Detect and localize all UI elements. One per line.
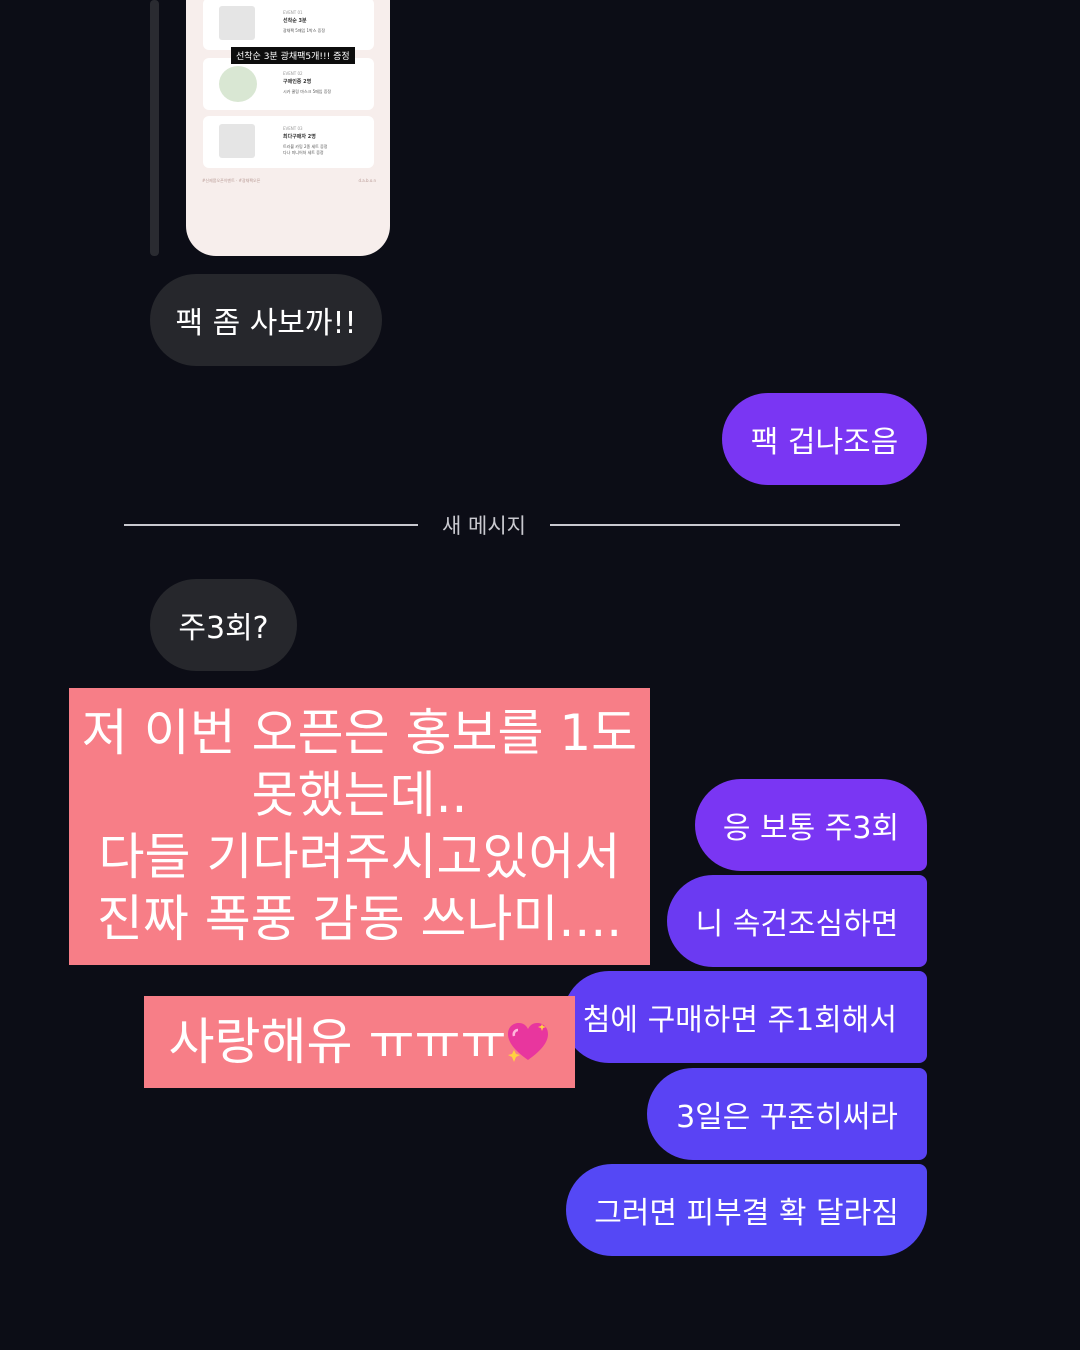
product-thumbnail (219, 124, 255, 158)
screenshot-footer: #신제품오픈이벤트 · #광채팩오픈 d.a.b.o.n (202, 178, 376, 184)
event-label: EVENT 03 (283, 126, 303, 131)
event-desc: 광채팩 5매입 1박스 증정 (283, 28, 326, 33)
promo-tag: 선착순 3분 광채팩5개!!! 증정 (231, 47, 355, 64)
product-thumbnail (219, 66, 257, 102)
sent-message[interactable]: 3일은 꾸준히써라 (647, 1068, 927, 1160)
event-card-1: EVENT 01 선착순 3분 광채팩 5매입 1박스 증정 (203, 0, 374, 50)
event-label: EVENT 02 (283, 71, 303, 76)
footer-hashtags: #신제품오픈이벤트 · #광채팩오픈 (202, 178, 261, 183)
love-text: 사랑해유 ㅠㅠㅠ (168, 1013, 507, 1071)
sent-message[interactable]: 그러면 피부결 확 달라짐 (566, 1164, 927, 1256)
event-title: 최다구매자 2명 (283, 134, 316, 140)
product-thumbnail (219, 6, 255, 40)
shared-screenshot-image[interactable]: EVENT 01 선착순 3분 광채팩 5매입 1박스 증정 EVENT 02 … (186, 0, 390, 256)
caption-line-1: 저 이번 오픈은 홍보를 1도 (81, 704, 638, 762)
sent-message[interactable]: 첨에 구매하면 주1회해서 (563, 971, 927, 1063)
overlay-caption: 저 이번 오픈은 홍보를 1도 못했는데.. 다들 기다려주시고있어서 진짜 폭… (69, 688, 650, 965)
caption-line-3: 다들 기다려주시고있어서 (98, 828, 621, 886)
event-card-2: EVENT 02 구매인증 2명 시카 쿨링 마스크 5매입 증정 (203, 58, 374, 110)
new-message-divider: 새 메시지 (442, 514, 526, 538)
footer-brand: d.a.b.o.n (358, 178, 376, 183)
overlay-love-caption: 사랑해유 ㅠㅠㅠ (144, 996, 575, 1088)
caption-line-4: 진짜 폭풍 감동 쓰나미.... (96, 890, 623, 948)
event-label: EVENT 01 (283, 10, 303, 15)
event-desc-2: 다나 미니어처 세트 증정 (283, 150, 324, 155)
sent-message[interactable]: 응 보통 주3회 (695, 779, 927, 871)
sparkling-heart-icon (508, 1023, 549, 1062)
received-message[interactable]: 팩 좀 사보까!! (150, 274, 382, 366)
event-title: 선착순 3분 (283, 18, 307, 24)
event-card-3: EVENT 03 최다구매자 2명 트라블 카밍 2종 세트 증정 다나 미니어… (203, 116, 374, 168)
divider-line-left (124, 524, 418, 526)
received-message[interactable]: 주3회? (150, 579, 297, 671)
reply-thread-line (150, 0, 159, 256)
divider-line-right (550, 524, 900, 526)
sent-message[interactable]: 니 속건조심하면 (667, 875, 927, 967)
event-desc: 시카 쿨링 마스크 5매입 증정 (283, 89, 332, 94)
caption-line-2: 못했는데.. (251, 766, 468, 824)
event-title: 구매인증 2명 (283, 79, 312, 85)
sent-message[interactable]: 팩 겁나조음 (722, 393, 927, 485)
